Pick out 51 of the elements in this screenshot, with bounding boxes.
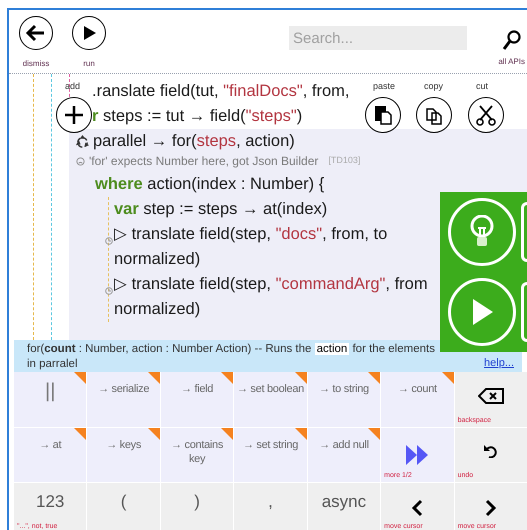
keyboard-key[interactable]: → set string <box>234 428 307 482</box>
paste-icon <box>374 105 392 125</box>
play-button[interactable] <box>448 278 516 346</box>
code-line[interactable]: where action(index : Number) { <box>95 172 324 197</box>
help-text: for(count : Number, action : Number Action) -- Runs the action for the elements in parralel <box>27 342 436 372</box>
recycle-icon <box>75 134 90 149</box>
keyboard-key[interactable]: → field <box>160 372 234 427</box>
keyboard-key[interactable]: , <box>234 483 307 530</box>
button-label: paste <box>373 81 396 91</box>
keyboard-key[interactable]: → to string <box>308 372 380 427</box>
clock-icon <box>105 237 113 245</box>
code-line[interactable]: var step := steps → at(index) <box>114 197 328 222</box>
right-chevron-icon <box>484 499 497 517</box>
keyboard-key[interactable]: → at <box>14 428 86 482</box>
left-chevron-icon <box>411 499 424 517</box>
scissors-icon <box>476 104 496 126</box>
keyboard-key[interactable]: → count <box>381 372 454 427</box>
code-line[interactable]: .ranslate field(tut, "finalDocs", from, <box>92 79 350 104</box>
search-field[interactable]: Search... <box>289 26 467 50</box>
undo-icon <box>482 444 499 458</box>
search-button[interactable] <box>502 30 522 52</box>
error-icon <box>76 156 85 166</box>
button-label: cut <box>476 81 488 91</box>
button-label: all APIs <box>498 57 525 67</box>
button-label: copy <box>424 81 444 91</box>
keyboard-key[interactable]: → add null <box>308 428 380 482</box>
clock-icon <box>105 287 113 295</box>
error-message: 'for' expects Number here, got Json Builder <box>89 153 318 170</box>
code-line[interactable]: ▷ translate field(step, "commandArg", from normalized) <box>114 272 428 322</box>
button-label: run <box>83 59 95 69</box>
lightbulb-icon <box>469 215 495 249</box>
code-line[interactable]: ▷ translate field(step, "docs", from, to normalized) <box>114 222 388 272</box>
double-triangle-icon <box>405 444 430 466</box>
button-label: add <box>65 81 80 91</box>
keyboard-key[interactable]: async <box>308 483 380 530</box>
back-arrow-icon <box>25 22 47 44</box>
keyboard-key[interactable]: → serialize <box>87 372 160 427</box>
keyboard-key[interactable]: → set boolean <box>234 372 307 427</box>
keyboard-key[interactable]: ( <box>87 483 160 530</box>
lightbulb-button[interactable] <box>448 198 516 266</box>
keyboard-key[interactable]: → contains key <box>160 428 234 482</box>
button-label: dismiss <box>22 59 50 69</box>
code-line[interactable]: parallel → for(steps, action) <box>93 129 295 154</box>
keyboard-key[interactable]: || <box>14 372 86 427</box>
error-code: [TD103] <box>328 154 360 168</box>
code-line[interactable]: r steps := tut → field("steps") <box>92 104 302 129</box>
help-link[interactable]: help... <box>484 357 514 370</box>
plus-icon <box>63 104 85 126</box>
backspace-icon <box>478 388 504 404</box>
keyboard-key[interactable]: → keys <box>87 428 160 482</box>
keyboard-key[interactable]: ) <box>160 483 234 530</box>
